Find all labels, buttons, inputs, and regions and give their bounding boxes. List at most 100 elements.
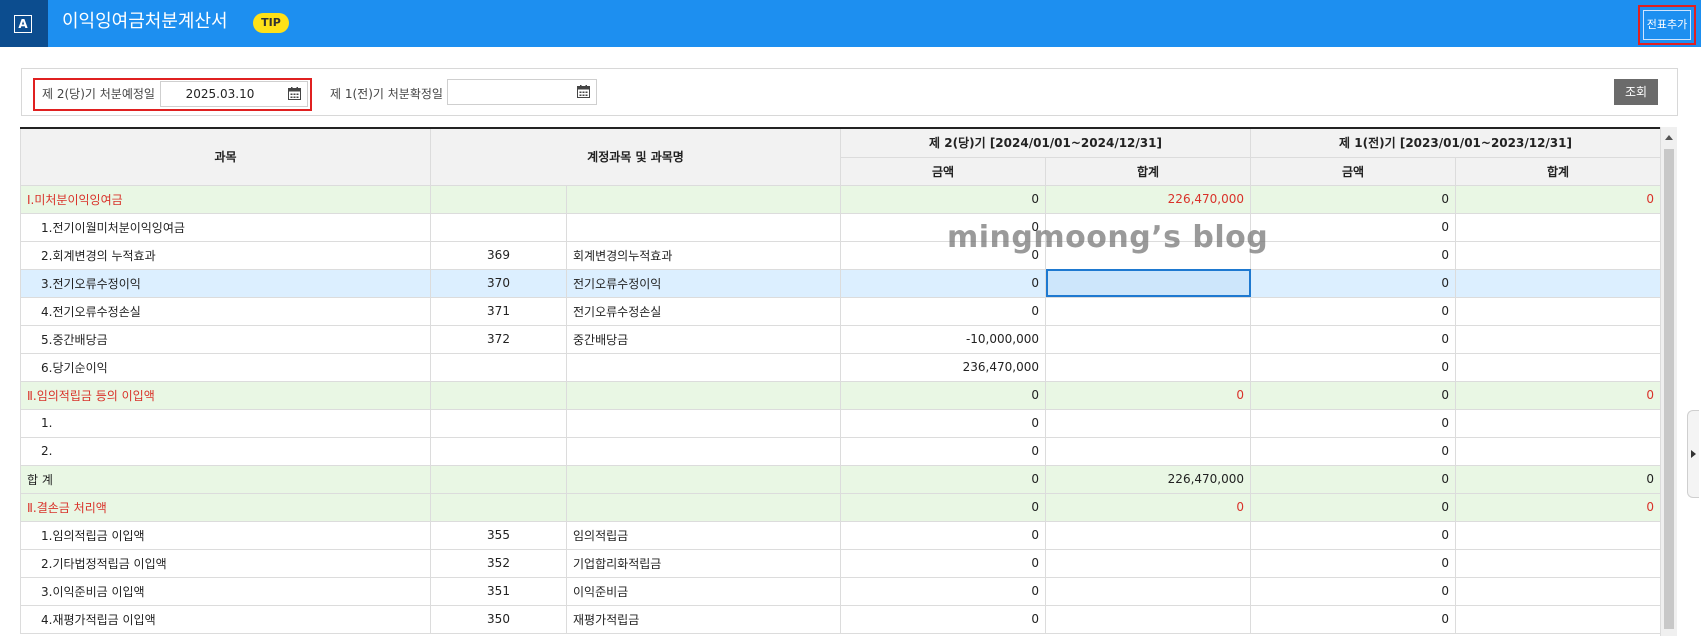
cell-account-name[interactable]: 전기오류수정손실 <box>566 296 841 326</box>
table-row[interactable]: 1.임의적립금 이입액 355 임의적립금 0 0 <box>20 520 1662 550</box>
cell-current-total[interactable] <box>1044 548 1252 578</box>
cell-current-total[interactable]: 226,470,000 <box>1044 464 1252 494</box>
cell-current-total[interactable] <box>1044 408 1252 438</box>
search-button[interactable]: 조회 <box>1614 79 1658 105</box>
cell-account-code[interactable]: 355 <box>430 520 567 550</box>
cell-current-total[interactable] <box>1044 352 1252 382</box>
calendar-icon[interactable] <box>288 87 301 100</box>
cell-current-amount[interactable]: 0 <box>840 240 1046 270</box>
cell-current-total[interactable] <box>1044 324 1252 354</box>
cell-subject[interactable]: 1. <box>20 408 431 438</box>
cell-prior-amount[interactable]: 0 <box>1250 408 1457 438</box>
cell-prior-amount[interactable]: 0 <box>1250 520 1457 550</box>
cell-prior-amount[interactable]: 0 <box>1250 352 1457 382</box>
cell-account-name[interactable] <box>566 436 841 466</box>
cell-current-amount[interactable]: 0 <box>840 212 1046 242</box>
header-subject[interactable]: 과목 <box>20 127 431 186</box>
cell-current-total[interactable] <box>1044 520 1252 550</box>
table-row[interactable]: 3.이익준비금 이입액 351 이익준비금 0 0 <box>20 576 1662 606</box>
cell-prior-total[interactable]: 0 <box>1455 184 1662 214</box>
cell-current-total[interactable]: 0 <box>1044 380 1252 410</box>
cell-prior-amount[interactable]: 0 <box>1250 268 1457 298</box>
table-row[interactable]: 4.재평가적립금 이입액 350 재평가적립금 0 0 <box>20 604 1662 634</box>
cell-current-amount[interactable]: 236,470,000 <box>840 352 1046 382</box>
cell-account-name[interactable] <box>566 352 841 382</box>
table-row[interactable]: 2.회계변경의 누적효과 369 회계변경의누적효과 0 0 <box>20 240 1662 270</box>
cell-current-total[interactable] <box>1044 604 1252 634</box>
cell-current-amount[interactable]: 0 <box>840 296 1046 326</box>
app-logo[interactable]: A <box>0 0 48 47</box>
cell-subject[interactable]: Ⅱ.결손금 처리액 <box>20 492 431 522</box>
cell-current-amount[interactable]: 0 <box>840 604 1046 634</box>
cell-prior-amount[interactable]: 0 <box>1250 492 1457 522</box>
cell-account-name[interactable] <box>566 212 841 242</box>
cell-current-amount[interactable]: 0 <box>840 464 1046 494</box>
cell-prior-total[interactable] <box>1455 408 1662 438</box>
cell-prior-total[interactable] <box>1455 548 1662 578</box>
cell-subject[interactable]: 2.기타법정적립금 이입액 <box>20 548 431 578</box>
header-prior-amount[interactable]: 금액 <box>1250 156 1457 186</box>
cell-subject[interactable]: Ⅱ.임의적립금 등의 이입액 <box>20 380 431 410</box>
table-row[interactable]: 4.전기오류수정손실 371 전기오류수정손실 0 0 <box>20 296 1662 326</box>
cell-account-code[interactable] <box>430 352 567 382</box>
cell-account-name[interactable]: 전기오류수정이익 <box>566 268 841 298</box>
cell-prior-total[interactable] <box>1455 268 1662 298</box>
cell-subject[interactable]: 5.중간배당금 <box>20 324 431 354</box>
cell-account-code[interactable]: 369 <box>430 240 567 270</box>
cell-prior-total[interactable] <box>1455 436 1662 466</box>
cell-current-total[interactable] <box>1044 240 1252 270</box>
cell-prior-amount[interactable]: 0 <box>1250 436 1457 466</box>
cell-account-name[interactable] <box>566 464 841 494</box>
cell-prior-total[interactable]: 0 <box>1455 464 1662 494</box>
cell-current-amount[interactable]: 0 <box>840 408 1046 438</box>
cell-current-amount[interactable]: 0 <box>840 520 1046 550</box>
cell-subject[interactable]: Ⅰ.미처분이익잉여금 <box>20 184 431 214</box>
cell-current-total[interactable] <box>1044 436 1252 466</box>
cell-account-name[interactable]: 재평가적립금 <box>566 604 841 634</box>
cell-current-total[interactable] <box>1044 212 1252 242</box>
cell-prior-amount[interactable]: 0 <box>1250 296 1457 326</box>
cell-prior-total[interactable] <box>1455 240 1662 270</box>
cell-current-amount[interactable]: 0 <box>840 548 1046 578</box>
cell-prior-amount[interactable]: 0 <box>1250 240 1457 270</box>
cell-account-name[interactable] <box>566 184 841 214</box>
cell-current-total[interactable] <box>1044 268 1252 298</box>
current-date-field[interactable]: 2025.03.10 <box>160 81 308 107</box>
cell-subject[interactable]: 1.임의적립금 이입액 <box>20 520 431 550</box>
cell-account-code[interactable]: 371 <box>430 296 567 326</box>
scroll-thumb[interactable] <box>1664 149 1674 629</box>
cell-account-name[interactable]: 이익준비금 <box>566 576 841 606</box>
cell-subject[interactable]: 4.재평가적립금 이입액 <box>20 604 431 634</box>
cell-prior-total[interactable]: 0 <box>1455 492 1662 522</box>
cell-account-name[interactable]: 중간배당금 <box>566 324 841 354</box>
cell-account-code[interactable] <box>430 492 567 522</box>
cell-current-total[interactable] <box>1044 576 1252 606</box>
cell-prior-amount[interactable]: 0 <box>1250 380 1457 410</box>
cell-account-name[interactable] <box>566 380 841 410</box>
prior-date-field[interactable] <box>447 79 597 105</box>
cell-account-code[interactable]: 350 <box>430 604 567 634</box>
cell-current-amount[interactable]: -10,000,000 <box>840 324 1046 354</box>
cell-subject[interactable]: 2. <box>20 436 431 466</box>
cell-subject[interactable]: 4.전기오류수정손실 <box>20 296 431 326</box>
cell-account-code[interactable]: 372 <box>430 324 567 354</box>
table-row[interactable]: Ⅱ.임의적립금 등의 이입액 0 0 0 0 <box>20 380 1662 410</box>
calendar-icon[interactable] <box>577 85 590 98</box>
cell-current-amount[interactable]: 0 <box>840 576 1046 606</box>
header-current-amount[interactable]: 금액 <box>840 156 1046 186</box>
cell-account-code[interactable] <box>430 464 567 494</box>
cell-prior-total[interactable] <box>1455 296 1662 326</box>
header-account[interactable]: 계정과목 및 과목명 <box>430 127 841 186</box>
cell-account-name[interactable]: 기업합리화적립금 <box>566 548 841 578</box>
cell-subject[interactable]: 합 계 <box>20 464 431 494</box>
add-voucher-button[interactable]: 전표추가 <box>1643 10 1691 40</box>
cell-prior-amount[interactable]: 0 <box>1250 212 1457 242</box>
table-row[interactable]: 5.중간배당금 372 중간배당금 -10,000,000 0 <box>20 324 1662 354</box>
cell-subject[interactable]: 6.당기순이익 <box>20 352 431 382</box>
cell-prior-total[interactable] <box>1455 352 1662 382</box>
cell-account-code[interactable] <box>430 380 567 410</box>
cell-account-name[interactable]: 회계변경의누적효과 <box>566 240 841 270</box>
cell-prior-total[interactable] <box>1455 576 1662 606</box>
table-row[interactable]: Ⅰ.미처분이익잉여금 0 226,470,000 0 0 <box>20 184 1662 214</box>
header-current-total[interactable]: 합계 <box>1044 156 1252 186</box>
